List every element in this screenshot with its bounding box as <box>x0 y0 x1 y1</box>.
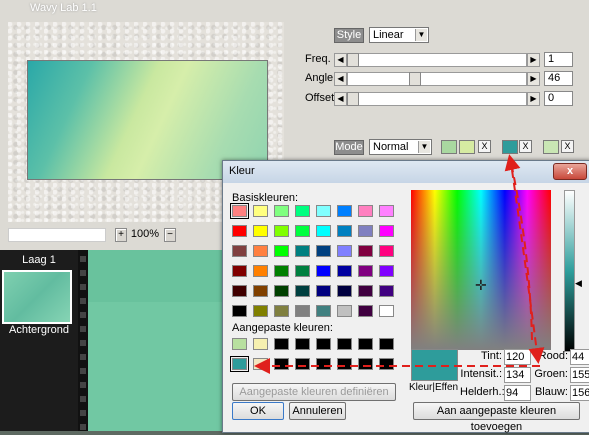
annotation-arrows <box>254 154 545 374</box>
annotation-arrow-down <box>511 169 545 364</box>
